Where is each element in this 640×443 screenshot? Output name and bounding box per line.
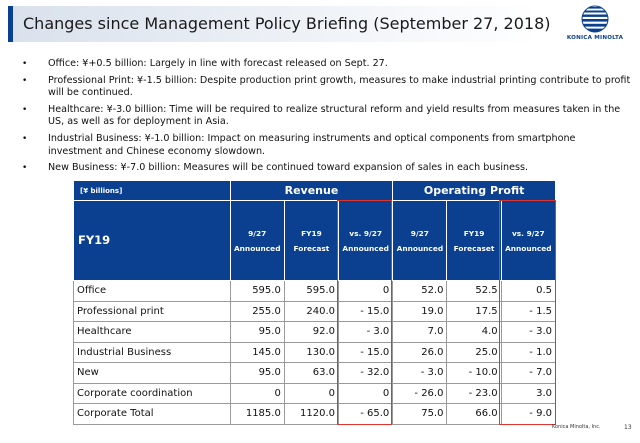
table-cell: - 10.0 [446,362,502,384]
bullet-dot-icon: • [22,59,28,69]
table-row-total: Corporate Total 1185.0 1120.0 - 65.0 75.… [73,403,557,425]
table-cell: - 32.0 [338,362,394,384]
table-cell: 0 [283,382,340,404]
table-cell: - 15.0 [338,341,394,363]
operating-profit-group-header: Operating Profit [392,180,556,201]
globe-logo-icon [581,5,609,33]
table-cell: - 3.0 [392,362,448,384]
row-label: Healthcare [73,321,231,343]
table-cell: 7.0 [392,321,448,343]
bullet-text: Professional Print: ¥-1.5 billion: Despi… [48,74,631,99]
column-header: vs. 9/27 Announced [500,200,557,281]
table-cell: - 1.5 [500,300,557,322]
table-cell: 17.5 [446,300,502,322]
forecast-table: [¥ billions] Revenue Operating Profit FY… [73,180,557,425]
table-cell: - 7.0 [500,362,557,384]
column-header: vs. 9/27 Announced [338,200,394,281]
row-label: Corporate coordination [73,382,231,404]
company-logo: KONICA MINOLTA [560,4,630,48]
table-cell: 4.0 [446,321,502,343]
bullet-dot-icon: • [22,163,28,174]
table-cell: 255.0 [229,300,285,322]
bullet-text: Industrial Business: ¥-1.0 billion: Impa… [48,133,576,157]
table-cell: - 1.0 [500,341,557,363]
table-cell: 1185.0 [229,403,285,425]
column-header: FY19 Forecaset [446,200,502,281]
table-header-row-groups: [¥ billions] Revenue Operating Profit [73,180,556,201]
page-title: Changes since Management Policy Briefing… [23,14,551,33]
table-cell: 26.0 [392,341,448,363]
forecast-table-container: [¥ billions] Revenue Operating Profit FY… [73,180,557,425]
table-row: Office 595.0 595.0 0 52.0 52.5 0.5 [73,280,557,302]
logo-wordmark: KONICA MINOLTA [566,35,624,41]
table-cell: - 3.0 [338,321,394,343]
table-cell: 0 [338,382,394,404]
bullet-text: New Business: ¥-7.0 billion: Measures wi… [48,162,529,174]
table-cell: 63.0 [283,362,340,384]
table-row: Industrial Business 145.0 130.0 - 15.0 2… [73,341,557,363]
bullet-list: • Office: ¥+0.5 billion: Largely in line … [14,58,632,179]
table-cell: 25.0 [446,341,502,363]
bullet-dot-icon: • [22,134,28,145]
table-cell: - 65.0 [338,403,394,425]
bullet-dot-icon: • [22,75,28,86]
page-number: 13 [624,424,632,431]
row-label: Corporate Total [73,403,231,425]
row-label: Professional print [73,300,231,322]
bullet-industrial-business: • Industrial Business: ¥-1.0 billion: Imp… [14,133,632,158]
footer-brand: Konica Minolta, Inc. [552,424,601,430]
table-cell: - 3.0 [500,321,557,343]
bullet-professional-print: • Professional Print: ¥-1.5 billion: Desp… [14,75,632,100]
unit-label: [¥ billions] [73,180,231,201]
table-cell: 145.0 [229,341,285,363]
table-cell: 52.5 [446,280,502,302]
table-cell: 1120.0 [283,403,340,425]
table-cell: - 15.0 [338,300,394,322]
table-cell: 19.0 [392,300,448,322]
table-cell: - 23.0 [446,382,502,404]
bullet-text: Healthcare: ¥-3.0 billion: Time will be … [48,104,621,128]
table-cell: 595.0 [283,280,340,302]
row-label: New [73,362,231,384]
table-cell: 75.0 [392,403,448,425]
column-header: 9/27 Announced [392,200,448,281]
table-cell: 52.0 [392,280,448,302]
table-cell: 0.5 [500,280,557,302]
table-cell: 3.0 [500,382,557,404]
revenue-group-header: Revenue [229,180,394,201]
table-cell: 0 [338,280,394,302]
table-row: Professional print 255.0 240.0 - 15.0 19… [73,300,557,322]
row-label: Industrial Business [73,341,231,363]
table-row: New 95.0 63.0 - 32.0 - 3.0 - 10.0 - 7.0 [73,362,557,384]
table-header-row-columns: FY19 9/27 Announced FY19 Forecast vs. 9/27… [73,200,557,281]
bullet-new-business: • New Business: ¥-7.0 billion: Measures w… [14,162,632,174]
fy-label: FY19 [73,200,231,281]
table-cell: 66.0 [446,403,502,425]
bullet-text: Office: ¥+0.5 billion: Largely in line w… [48,58,388,69]
table-row: Healthcare 95.0 92.0 - 3.0 7.0 4.0 - 3.0 [73,321,557,343]
bullet-dot-icon: • [22,105,28,116]
table-cell: 130.0 [283,341,340,363]
title-bar: Changes since Management Policy Briefing… [8,6,550,42]
table-row: Corporate coordination 0 0 0 - 26.0 - 23… [73,382,557,404]
column-header: 9/27 Announced [229,200,285,281]
row-label: Office [73,280,231,302]
bullet-office: • Office: ¥+0.5 billion: Largely in line … [14,58,632,70]
column-header: FY19 Forecast [283,200,340,281]
bullet-healthcare: • Healthcare: ¥-3.0 billion: Time will be… [14,104,632,129]
table-cell: 595.0 [229,280,285,302]
table-cell: 92.0 [283,321,340,343]
table-cell: 0 [229,382,285,404]
table-cell: 95.0 [229,321,285,343]
table-cell: - 9.0 [500,403,557,425]
table-cell: - 26.0 [392,382,448,404]
table-cell: 240.0 [283,300,340,322]
table-cell: 95.0 [229,362,285,384]
